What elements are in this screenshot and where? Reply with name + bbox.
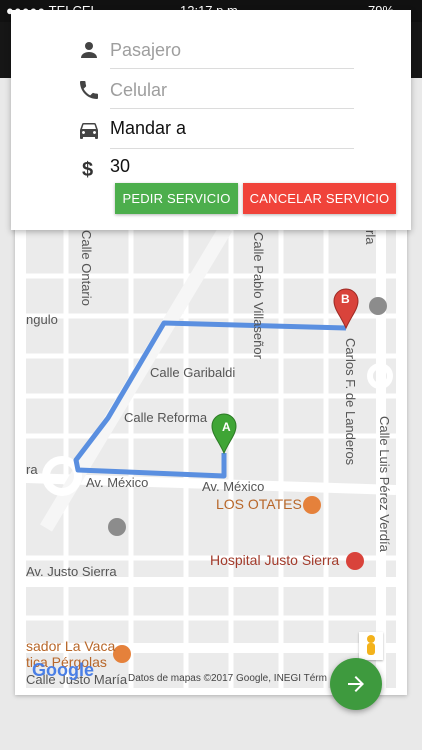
street-av-mexico-left: Av. México bbox=[86, 475, 149, 490]
street-ra: ra bbox=[26, 462, 38, 477]
next-fab-button[interactable] bbox=[330, 658, 382, 710]
destination-underline bbox=[110, 148, 354, 149]
street-view-pegman-icon[interactable] bbox=[359, 632, 383, 660]
route-line bbox=[73, 320, 347, 479]
phone-input[interactable] bbox=[110, 76, 354, 104]
svg-text:$: $ bbox=[82, 159, 93, 180]
person-icon bbox=[81, 42, 97, 58]
map-view[interactable]: A B Calle Ontario Calle Pablo Villaseñor… bbox=[26, 228, 396, 688]
street-justo-sierra: Av. Justo Sierra bbox=[26, 564, 117, 579]
poi-hospital[interactable]: Hospital Justo Sierra bbox=[210, 552, 339, 568]
cancel-service-button[interactable]: CANCELAR SERVICIO bbox=[243, 183, 396, 214]
phone-underline bbox=[110, 108, 354, 109]
street-carlos-landeros: Carlos F. de Landeros bbox=[343, 338, 358, 466]
arrow-right-icon bbox=[348, 676, 364, 692]
google-logo: Google bbox=[32, 660, 94, 680]
poi-la-vaca[interactable]: sador La Vaca bbox=[26, 638, 115, 654]
street-garibaldi: Calle Garibaldi bbox=[150, 365, 236, 380]
street-angulo: ngulo bbox=[26, 312, 58, 327]
restaurant-icon-2 bbox=[113, 645, 131, 663]
service-form-card: Mandar a $ 30 PEDIR SERVICIO CANCELAR SE… bbox=[11, 10, 411, 230]
price-value: 30 bbox=[110, 156, 131, 176]
street-reforma: Calle Reforma bbox=[124, 410, 208, 425]
street-pablo-villasenor: Calle Pablo Villaseñor bbox=[251, 232, 266, 359]
street-luis-perez-verdia: Calle Luis Pérez Verdía bbox=[377, 416, 392, 552]
street-ontario: Calle Ontario bbox=[79, 230, 94, 306]
passenger-input[interactable] bbox=[110, 36, 354, 64]
street-rla: rla bbox=[363, 230, 378, 245]
poi-los-otates[interactable]: LOS OTATES bbox=[216, 496, 302, 512]
school-icon bbox=[369, 297, 387, 315]
dollar-icon: $ bbox=[82, 159, 93, 180]
passenger-row bbox=[11, 32, 411, 70]
marker-a-label: A bbox=[222, 420, 231, 434]
map-attribution[interactable]: Datos de mapas ©2017 Google, INEGI Térm bbox=[128, 673, 327, 684]
destination-value: Mandar a bbox=[110, 118, 187, 138]
place-icon bbox=[108, 518, 126, 536]
phone-row bbox=[11, 72, 411, 110]
street-av-mexico-right: Av. México bbox=[202, 479, 265, 494]
request-service-button[interactable]: PEDIR SERVICIO bbox=[115, 183, 238, 214]
destination-row[interactable]: Mandar a bbox=[11, 112, 411, 150]
marker-b-label: B bbox=[341, 292, 350, 306]
hospital-icon bbox=[346, 552, 364, 570]
passenger-underline bbox=[110, 68, 354, 69]
phone-icon bbox=[80, 81, 98, 99]
restaurant-icon bbox=[303, 496, 321, 514]
car-icon bbox=[80, 123, 98, 139]
